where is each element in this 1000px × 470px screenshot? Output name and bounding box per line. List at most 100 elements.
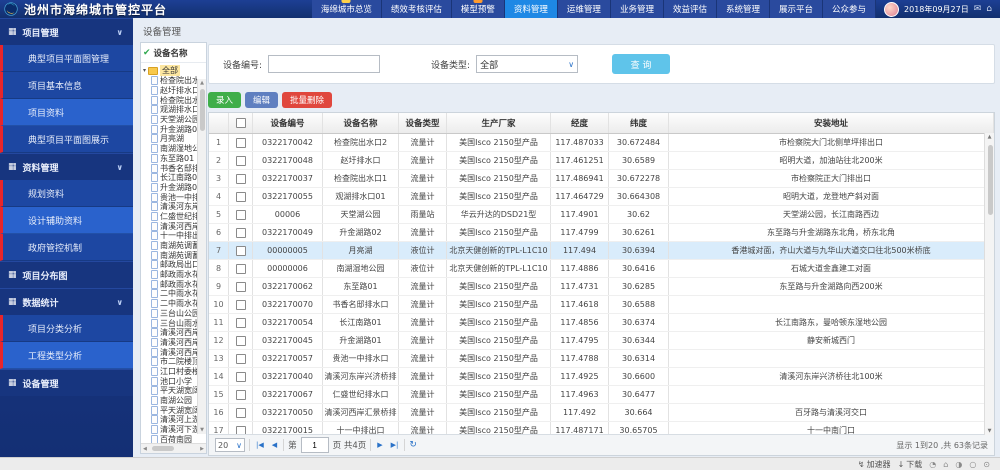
statusbar-icon[interactable]: ◔ <box>929 460 936 469</box>
column-header[interactable]: 生产厂家 <box>447 113 551 133</box>
table-row[interactable]: 3 0322170037 检查院出水口1 流量计 美国Isco 2150型产品 … <box>209 170 994 188</box>
top-nav-item[interactable]: 业务管理 <box>610 0 664 18</box>
top-nav-item[interactable]: 绩效考核评估 <box>381 0 452 18</box>
tree-node[interactable]: 市二院楼顶 <box>143 357 197 367</box>
row-checkbox[interactable] <box>235 389 246 400</box>
tree-node[interactable]: 平天湖宽阔区 <box>143 386 197 396</box>
tree-node[interactable]: 检查院出水口 <box>143 76 197 86</box>
refresh-icon[interactable]: ↻ <box>409 440 417 450</box>
sidebar-item[interactable]: ▦ 数据统计 ∨ <box>0 288 133 315</box>
top-nav-item[interactable]: 资料管理 <box>504 0 558 18</box>
tree-node[interactable]: 邮政局出口0 <box>143 260 197 270</box>
tree-node[interactable]: 清溪河西岸汇 <box>143 221 197 231</box>
tree-node[interactable]: 二中雨水花园 <box>143 289 197 299</box>
row-checkbox[interactable] <box>235 407 246 418</box>
query-button[interactable]: 查 询 <box>612 54 671 74</box>
sidebar-item[interactable]: ▦ 典型项目平面图展示 ∨ <box>0 126 133 153</box>
top-nav-item[interactable]: 海绵城市总览 <box>311 0 382 18</box>
tree-node[interactable]: 月亮湖 <box>143 134 197 144</box>
sidebar-item[interactable]: ▦ 项目资料 ∨ <box>0 99 133 126</box>
sidebar-item[interactable]: ▦ 规划资料 ∨ <box>0 180 133 207</box>
sidebar-item[interactable]: ▦ 项目基本信息 ∨ <box>0 72 133 99</box>
row-checkbox[interactable] <box>235 281 246 292</box>
sidebar-item[interactable]: ▦ 项目分类分析 ∨ <box>0 315 133 342</box>
table-row[interactable]: 16 0322170050 清溪河西岸汇景桥排 流量计 美国Isco 2150型… <box>209 404 994 422</box>
row-checkbox[interactable] <box>235 245 246 256</box>
table-row[interactable]: 14 0322170040 清溪河东岸兴济桥排 流量计 美国Isco 2150型… <box>209 368 994 386</box>
tree-twisty-icon[interactable]: ▾ <box>143 67 146 74</box>
scroll-down-icon[interactable]: ▼ <box>988 427 992 435</box>
tree-node[interactable]: 仁盛世纪排水 <box>143 211 197 222</box>
add-button[interactable]: 录入 <box>208 92 242 108</box>
sidebar-item[interactable]: ▦ 项目管理 ∨ <box>0 18 133 45</box>
tree-node[interactable]: 平天湖宽阔区 <box>143 405 197 415</box>
tree-scroll-thumb[interactable] <box>200 89 205 131</box>
scroll-up-icon[interactable]: ▲ <box>200 79 204 87</box>
tree-node[interactable]: 三台山公园雨 <box>143 308 197 319</box>
tree-node[interactable]: 书香名邸排水 <box>143 163 197 173</box>
row-checkbox[interactable] <box>235 191 246 202</box>
row-checkbox[interactable] <box>235 263 246 274</box>
tree-node[interactable]: 清溪河西岸W <box>143 337 197 348</box>
device-no-input[interactable] <box>268 55 381 73</box>
sidebar-item[interactable]: ▦ 项目分布图 ∨ <box>0 261 133 288</box>
first-page-button[interactable]: |◀ <box>254 441 266 449</box>
sidebar-item[interactable]: ▦ 工程类型分析 ∨ <box>0 342 133 369</box>
tree-node[interactable]: 邮政雨水花园 <box>143 270 197 280</box>
tree-node[interactable]: 检查院出水口 <box>143 95 197 105</box>
row-checkbox[interactable] <box>235 335 246 346</box>
top-nav-item[interactable]: 展示平台 <box>769 0 823 18</box>
table-row[interactable]: 1 0322170042 检查院出水口2 流量计 美国Isco 2150型产品 … <box>209 134 994 152</box>
table-row[interactable]: 11 0322170054 长江南路01 流量计 美国Isco 2150型产品 … <box>209 314 994 332</box>
tree-node[interactable]: 南湖湿地公园 <box>143 144 197 154</box>
tree-node[interactable]: 升金湖路01 <box>143 182 197 193</box>
row-checkbox[interactable] <box>235 137 246 148</box>
row-checkbox[interactable] <box>235 173 246 184</box>
scroll-down-icon[interactable]: ▼ <box>200 426 204 434</box>
batch-delete-button[interactable]: 批量删除 <box>282 92 333 108</box>
table-scroll-thumb[interactable] <box>987 145 993 215</box>
page-size-select[interactable]: 20 ∨ <box>215 438 245 452</box>
tree-node[interactable]: 贵池一中排水 <box>143 192 197 202</box>
top-nav-item[interactable]: 系统管理 <box>716 0 770 18</box>
tree-node[interactable]: 清溪河上游 <box>143 415 197 425</box>
tree-horizontal-scrollbar[interactable]: ◀ ▶ <box>141 443 206 453</box>
statusbar-icon[interactable]: ○ <box>969 460 976 469</box>
sidebar-item[interactable]: ▦ 政府管控机制 ∨ <box>0 234 133 261</box>
prev-page-button[interactable]: ◀ <box>270 441 279 449</box>
row-checkbox[interactable] <box>235 425 246 434</box>
row-checkbox[interactable] <box>235 317 246 328</box>
tree-node[interactable]: 东至路01 <box>143 153 197 164</box>
row-checkbox[interactable] <box>235 227 246 238</box>
tree-node[interactable]: 清溪河西岸W <box>143 328 197 338</box>
column-header[interactable]: 设备名称 <box>323 113 399 133</box>
tree-node[interactable]: 二中雨水花园 <box>143 299 197 309</box>
tree-node[interactable]: 南湖公园 <box>143 396 197 406</box>
tree-node[interactable]: 邮政雨水花园 <box>143 279 197 289</box>
sidebar-item[interactable]: ▦ 设计辅助资料 ∨ <box>0 207 133 234</box>
tree-node[interactable]: 清溪河下游 <box>143 425 197 435</box>
statusbar-icon[interactable]: ◑ <box>955 460 962 469</box>
table-row[interactable]: 9 0322170062 东至路01 流量计 美国Isco 2150型产品 11… <box>209 278 994 296</box>
table-row[interactable]: 10 0322170070 书香名邸排水口 流量计 美国Isco 2150型产品… <box>209 296 994 314</box>
next-page-button[interactable]: ▶ <box>375 441 384 449</box>
table-row[interactable]: 17 0322170015 十一中排出口 流量计 美国Isco 2150型产品 … <box>209 422 994 434</box>
sidebar-item[interactable]: ▦ 典型项目平面图管理 ∨ <box>0 45 133 72</box>
column-header[interactable]: 纬度 <box>609 113 669 133</box>
message-icon[interactable]: ✉ <box>974 4 982 14</box>
table-row[interactable]: 6 0322170049 升金湖路02 流量计 美国Isco 2150型产品 1… <box>209 224 994 242</box>
table-row[interactable]: 7 00000005 月亮湖 液位计 北京天健创新的TPL-L1C10 117.… <box>209 242 994 260</box>
select-all-checkbox[interactable] <box>235 118 246 128</box>
sidebar-item[interactable]: ▦ 设备管理 ∨ <box>0 369 133 396</box>
accelerator-button[interactable]: ↯ 加速器 <box>858 459 891 470</box>
row-checkbox[interactable] <box>235 155 246 166</box>
tree-root-label[interactable]: 全部 <box>160 65 181 76</box>
column-header[interactable]: 安装地址 <box>669 113 994 133</box>
row-checkbox[interactable] <box>235 353 246 364</box>
row-checkbox[interactable] <box>235 209 246 220</box>
table-row[interactable]: 2 0322170048 赵圩排水口 流量计 美国Isco 2150型产品 11… <box>209 152 994 170</box>
row-checkbox[interactable] <box>235 299 246 310</box>
scroll-up-icon[interactable]: ▲ <box>988 133 992 141</box>
home-icon[interactable]: ⌂ <box>986 4 992 14</box>
scroll-left-icon[interactable]: ◀ <box>143 445 147 453</box>
